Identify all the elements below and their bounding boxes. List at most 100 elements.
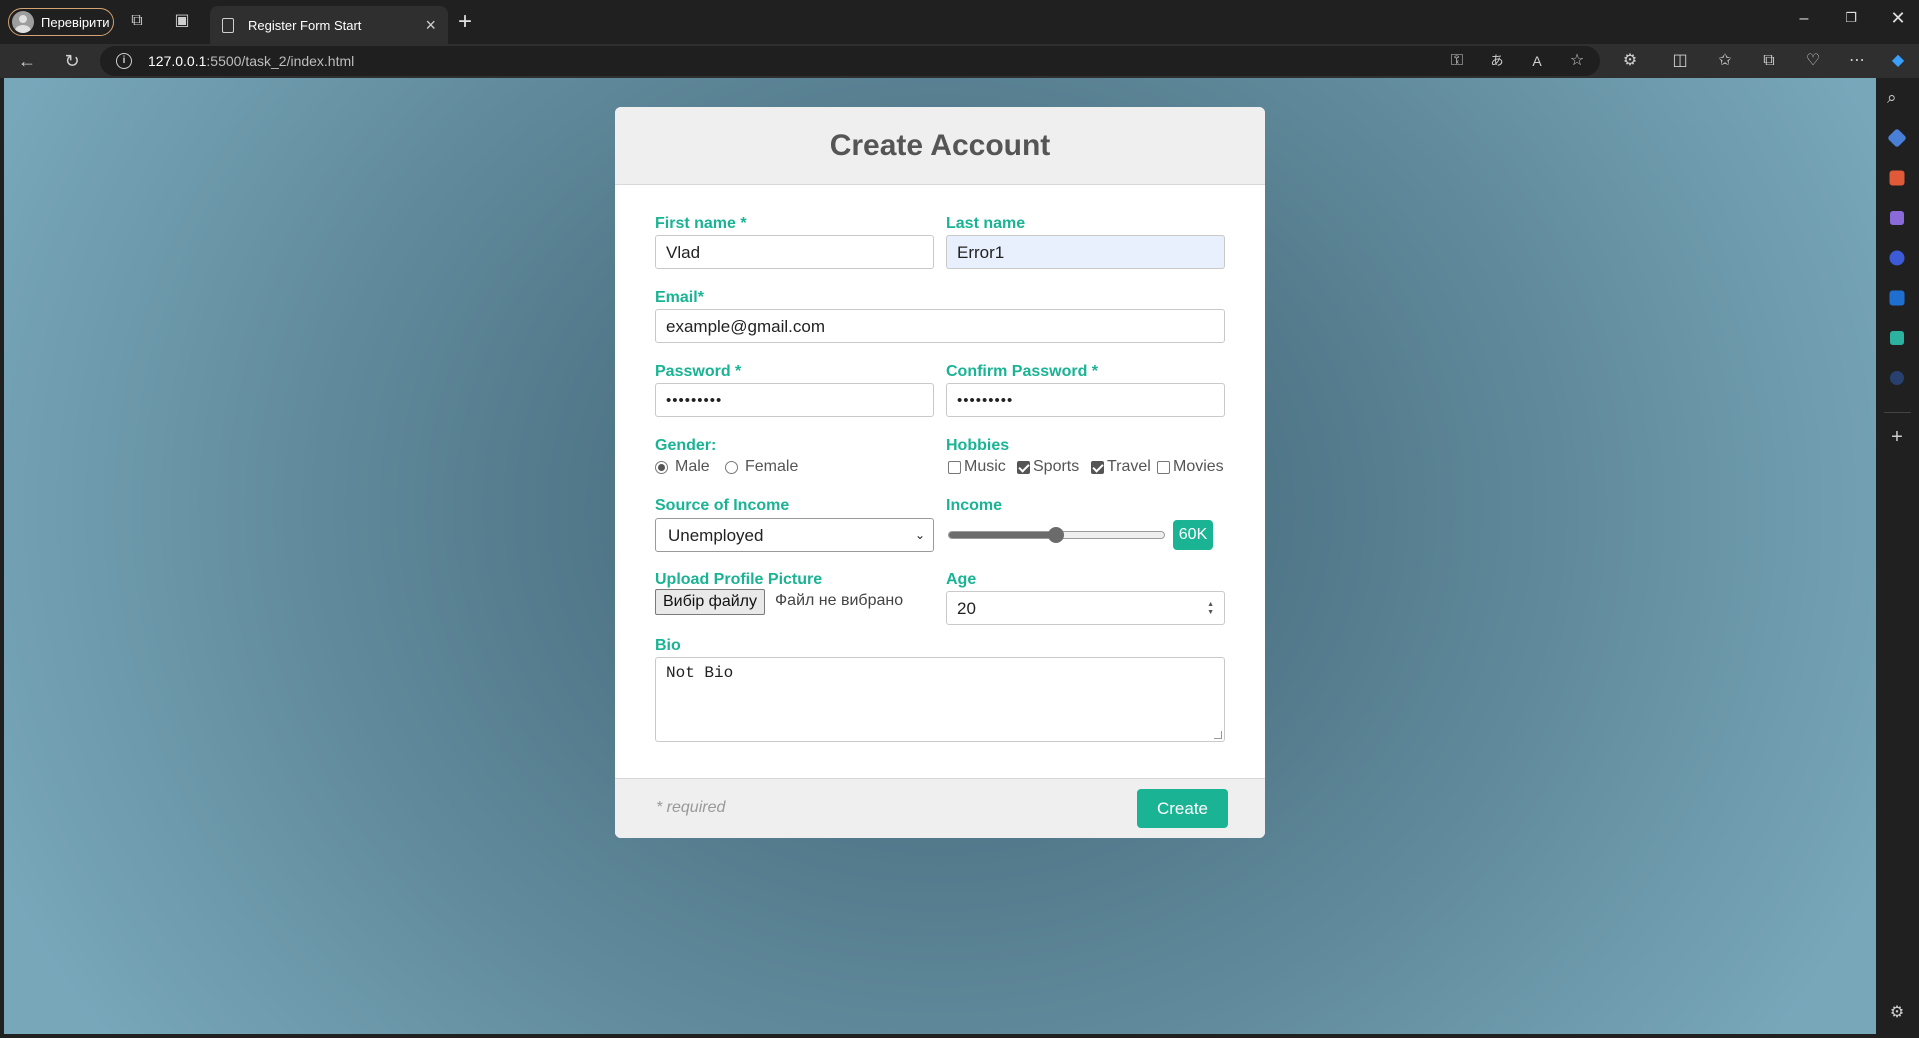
chevron-down-icon: ⌄	[914, 528, 925, 542]
sports-checkbox[interactable]	[1017, 460, 1030, 474]
profile-label: Перевірити	[41, 14, 110, 30]
planner-icon[interactable]	[1890, 371, 1904, 385]
income-slider-fill	[949, 532, 1057, 538]
back-icon[interactable]: ←	[16, 52, 38, 70]
upload-label: Upload Profile Picture	[655, 571, 823, 588]
split-screen-icon[interactable]: ◫	[1669, 52, 1691, 70]
form-footer: * required Create	[615, 778, 1265, 838]
translate-icon[interactable]: あ	[1486, 52, 1508, 70]
gender-label: Gender:	[655, 437, 717, 454]
form-header: Create Account	[615, 107, 1265, 185]
search-icon[interactable]: ⌕	[1887, 88, 1907, 108]
address-field[interactable]: i 127.0.0.1:5500/task_2/index.html	[100, 46, 1600, 76]
key-icon[interactable]: ⚿	[1446, 52, 1468, 70]
gender-option-male[interactable]: Male	[655, 458, 710, 476]
sidebar-divider	[1884, 412, 1911, 413]
register-form-card: Create Account First name * Vlad Last na…	[615, 107, 1265, 838]
tab-register-form[interactable]: Register Form Start ×	[210, 6, 448, 44]
form-title: Create Account	[829, 128, 1051, 162]
confirm-password-label: Confirm Password *	[946, 363, 1099, 380]
create-button[interactable]: Create	[1137, 789, 1228, 828]
tab-actions-icon[interactable]: ▣	[171, 11, 193, 33]
resize-handle-icon[interactable]	[1214, 731, 1222, 739]
workspaces-icon[interactable]: ⧉	[126, 11, 148, 33]
shopping-tag-icon[interactable]	[1887, 128, 1907, 148]
music-checkbox[interactable]	[948, 460, 961, 474]
movies-checkbox[interactable]	[1157, 460, 1170, 474]
collections-icon[interactable]: ⧉	[1758, 52, 1780, 70]
male-radio-label: Male	[675, 458, 710, 475]
page-icon	[222, 17, 234, 33]
bio-text: Not Bio	[666, 664, 734, 682]
new-tab-icon[interactable]: +	[458, 10, 472, 34]
income-label: Income	[946, 497, 1003, 514]
restore-icon[interactable]: ❐	[1836, 10, 1866, 26]
copilot-icon[interactable]: ◆	[1887, 52, 1909, 70]
female-radio[interactable]	[725, 460, 738, 474]
age-label: Age	[946, 571, 977, 588]
last-name-label: Last name	[946, 215, 1026, 232]
travel-checkbox[interactable]	[1091, 460, 1104, 474]
favorite-star-icon[interactable]: ☆	[1566, 52, 1588, 70]
copilot-sidebar-icon[interactable]	[1889, 250, 1905, 266]
source-of-income-value: Unemployed	[668, 526, 764, 545]
email-label: Email*	[655, 289, 704, 306]
income-slider-thumb[interactable]	[1048, 527, 1064, 543]
income-value-badge: 60K	[1173, 520, 1213, 550]
age-input[interactable]: 20 ▲ ▼	[946, 591, 1225, 625]
form-body: First name * Vlad Last name Error1 Email…	[615, 185, 1265, 778]
spinner-icon[interactable]: ▲ ▼	[1207, 601, 1214, 617]
password-input[interactable]: •••••••••	[655, 383, 934, 417]
read-aloud-icon[interactable]: A	[1526, 52, 1548, 70]
hobby-sports[interactable]: Sports	[1017, 458, 1079, 476]
last-name-input[interactable]: Error1	[946, 235, 1225, 269]
required-note: * required	[656, 799, 726, 816]
url-host: 127.0.0.1	[148, 53, 207, 69]
hobby-music[interactable]: Music	[948, 458, 1006, 476]
site-info-icon[interactable]: i	[116, 53, 132, 69]
outlook-icon[interactable]	[1889, 290, 1905, 306]
extensions-icon[interactable]: ⚙	[1619, 52, 1641, 70]
bio-label: Bio	[655, 637, 681, 654]
favorites-icon[interactable]: ✩	[1714, 52, 1736, 70]
more-menu-icon[interactable]: ⋯	[1846, 52, 1868, 70]
source-of-income-label: Source of Income	[655, 497, 790, 514]
browser-sidebar: ⌕ + ⚙	[1876, 78, 1919, 1038]
source-of-income-select[interactable]: Unemployed ⌄	[655, 518, 934, 552]
browser-toolbar: ← ↻ i 127.0.0.1:5500/task_2/index.html ⚿…	[0, 44, 1919, 78]
email-input[interactable]: example@gmail.com	[655, 309, 1225, 343]
browser-essentials-icon[interactable]: ♡	[1802, 52, 1824, 70]
tools-icon[interactable]	[1889, 170, 1905, 186]
bio-textarea[interactable]: Not Bio	[655, 657, 1225, 742]
travel-label: Travel	[1107, 458, 1151, 475]
first-name-input[interactable]: Vlad	[655, 235, 934, 269]
sidebar-settings-icon[interactable]: ⚙	[1887, 1002, 1907, 1022]
gender-option-female[interactable]: Female	[725, 458, 798, 476]
first-name-label: First name *	[655, 215, 747, 232]
close-window-icon[interactable]: ✕	[1883, 8, 1913, 29]
age-value: 20	[957, 599, 976, 618]
drop-icon[interactable]	[1890, 331, 1904, 345]
profile-button[interactable]: Перевірити	[8, 8, 114, 36]
avatar-icon	[12, 11, 34, 33]
games-icon[interactable]	[1890, 211, 1904, 225]
confirm-password-input[interactable]: •••••••••	[946, 383, 1225, 417]
tab-title: Register Form Start	[248, 17, 362, 33]
hobbies-label: Hobbies	[946, 437, 1010, 454]
male-radio[interactable]	[655, 460, 668, 474]
browser-titlebar: Перевірити ⧉ ▣ Register Form Start × + –…	[0, 0, 1919, 44]
movies-label: Movies	[1173, 458, 1224, 475]
choose-file-button[interactable]: Вибір файлу	[655, 589, 766, 615]
password-label: Password *	[655, 363, 742, 380]
sports-label: Sports	[1033, 458, 1080, 475]
close-tab-icon[interactable]: ×	[425, 15, 436, 36]
music-label: Music	[964, 458, 1006, 475]
minimize-icon[interactable]: –	[1789, 10, 1819, 28]
file-status: Файл не вибрано	[775, 592, 904, 609]
page-viewport: Create Account First name * Vlad Last na…	[4, 78, 1876, 1034]
reload-icon[interactable]: ↻	[61, 52, 83, 70]
hobby-movies[interactable]: Movies	[1157, 458, 1224, 476]
hobby-travel[interactable]: Travel	[1091, 458, 1151, 476]
female-radio-label: Female	[745, 458, 799, 475]
add-sidebar-app-icon[interactable]: +	[1887, 426, 1907, 448]
